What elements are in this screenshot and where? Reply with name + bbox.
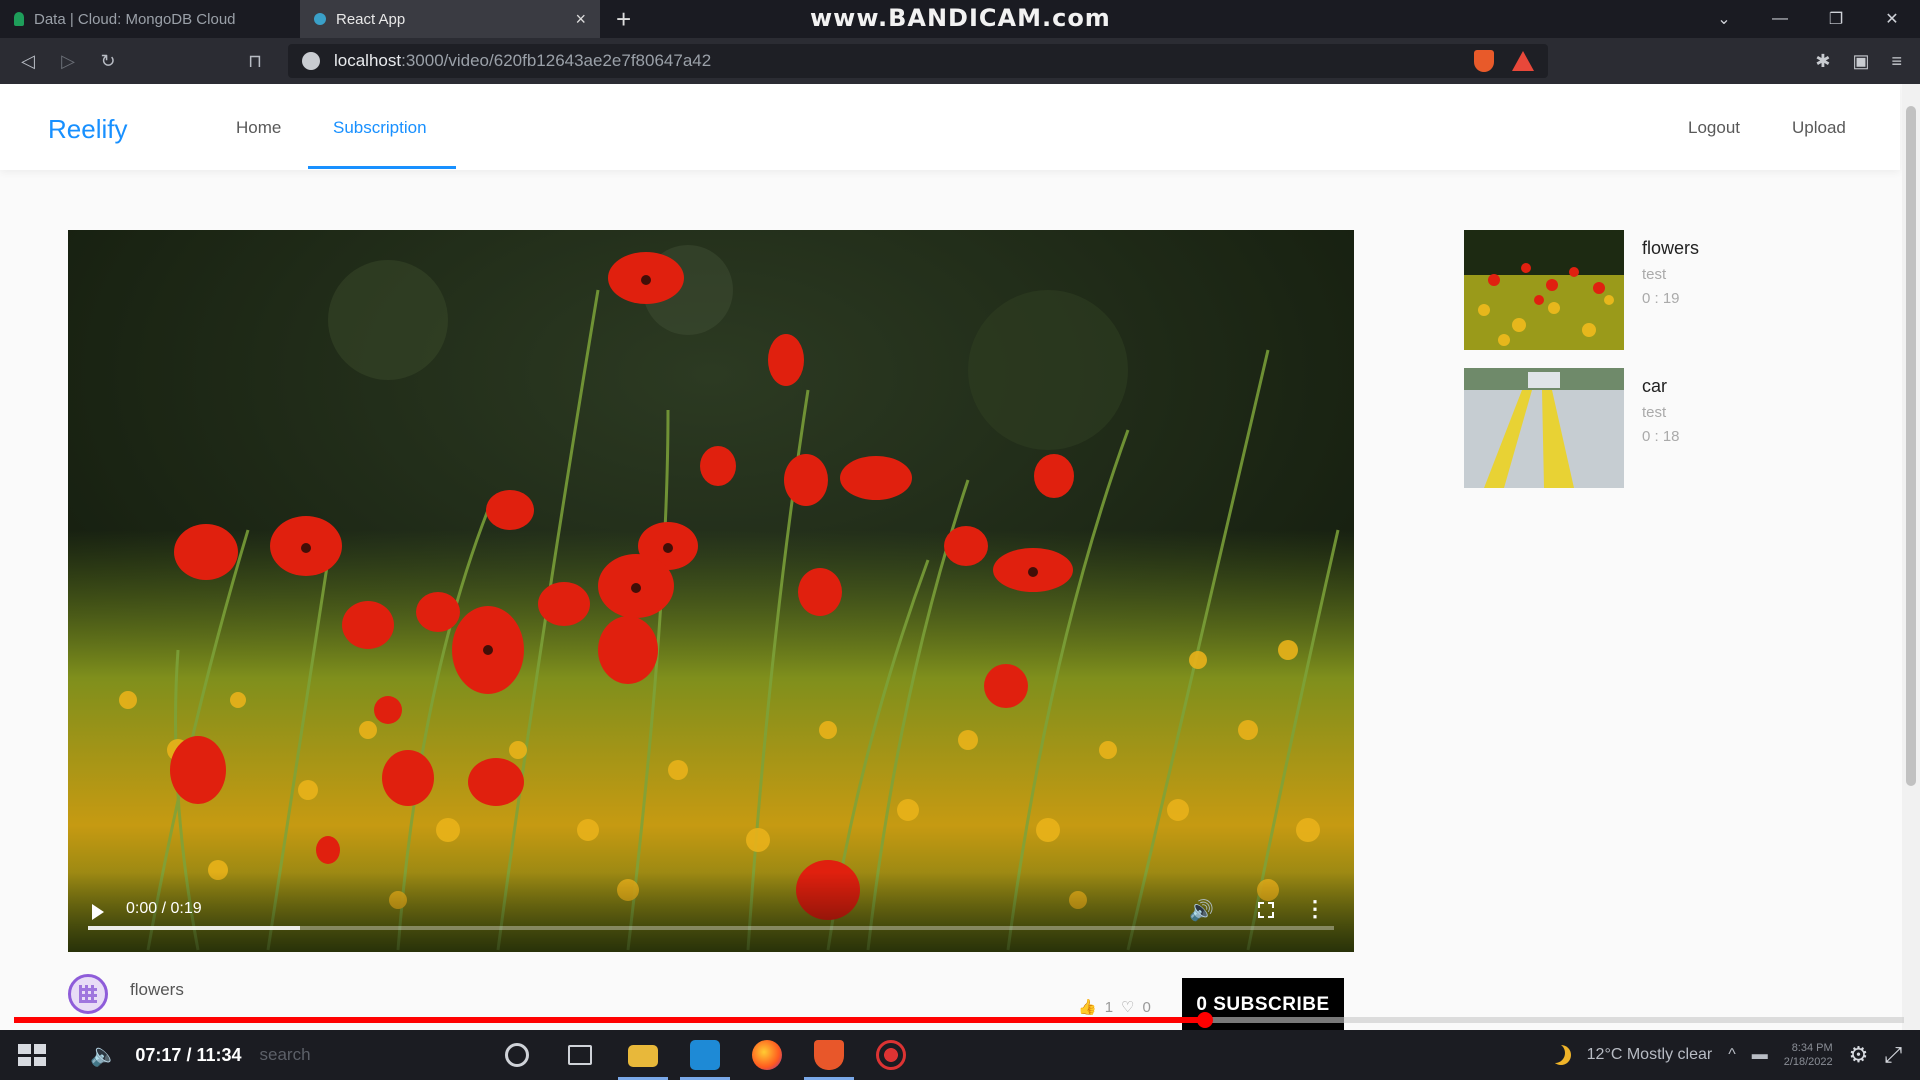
- sidebar-icon[interactable]: ▣: [1852, 51, 1869, 72]
- url-field[interactable]: localhost :3000/video/620fb12643ae2e7f80…: [288, 44, 1548, 78]
- task-view-icon[interactable]: [568, 1045, 592, 1065]
- vscode-icon[interactable]: [690, 1040, 720, 1070]
- side-video-duration: 0 : 18: [1642, 428, 1680, 445]
- video-thumbnail[interactable]: [1464, 230, 1624, 350]
- settings-gear-icon[interactable]: ⚙: [1849, 1042, 1869, 1068]
- tab-mongodb-cloud[interactable]: Data | Cloud: MongoDB Cloud: [0, 0, 300, 38]
- like-dislike-group: 👍 1 ♡ 0: [1078, 998, 1151, 1017]
- site-info-icon[interactable]: [302, 52, 320, 70]
- page: Reelify Home Subscription Logout Upload: [0, 84, 1920, 1030]
- back-icon[interactable]: ◁: [8, 51, 48, 72]
- window-controls: ⌄ — ❐ ✕: [1696, 0, 1920, 38]
- brave-rewards-icon[interactable]: [1512, 51, 1534, 71]
- video-time: 0:00 / 0:19: [126, 900, 202, 917]
- fullscreen-icon[interactable]: [1258, 902, 1274, 918]
- firefox-icon[interactable]: [752, 1040, 782, 1070]
- windows-start-icon[interactable]: [18, 1044, 46, 1066]
- system-tray: 12°C Mostly clear ^ ▬ 8:34 PM 2/18/2022 …: [1551, 1030, 1920, 1080]
- cortana-icon[interactable]: [505, 1043, 529, 1067]
- side-video-title[interactable]: car: [1642, 376, 1667, 397]
- clock-date: 2/18/2022: [1783, 1056, 1833, 1068]
- brave-shield-icon[interactable]: [1474, 50, 1494, 72]
- menu-icon[interactable]: ≡: [1891, 51, 1902, 72]
- volume-icon[interactable]: 🔊: [1189, 898, 1214, 923]
- speaker-icon[interactable]: 🔈: [90, 1042, 117, 1068]
- more-options-icon[interactable]: ⋮: [1304, 896, 1326, 922]
- fullscreen-toggle-icon[interactable]: ⤢: [1884, 1042, 1902, 1068]
- video-progress-fill: [88, 926, 300, 930]
- play-icon[interactable]: [92, 904, 104, 920]
- reload-icon[interactable]: ↻: [88, 51, 128, 72]
- tab-label: React App: [336, 10, 406, 28]
- recording-progress-fill: [14, 1017, 1205, 1023]
- taskbar-search[interactable]: search: [260, 1045, 311, 1065]
- recording-scrubber-handle[interactable]: [1196, 1012, 1213, 1028]
- system-clock[interactable]: 8:34 PM 2/18/2022: [1784, 1041, 1833, 1069]
- tray-chevron-icon[interactable]: ^: [1728, 1046, 1736, 1064]
- side-video-card[interactable]: flowers test 0 : 19: [1464, 230, 1864, 354]
- new-tab-button[interactable]: +: [600, 0, 647, 38]
- nav-active-indicator: [308, 166, 456, 169]
- tab-label: Data | Cloud: MongoDB Cloud: [34, 10, 236, 28]
- address-bar-row: ◁ ▷ ↻ ⊓ localhost :3000/video/620fb12643…: [0, 38, 1920, 84]
- uploader-avatar[interactable]: [68, 974, 108, 1014]
- video-controls: 0:00 / 0:19 🔊 ⋮: [68, 872, 1354, 952]
- nav-subscription[interactable]: Subscription: [333, 118, 427, 138]
- like-count: 1: [1104, 998, 1114, 1016]
- side-video-duration: 0 : 19: [1642, 290, 1680, 307]
- app-header: Reelify Home Subscription Logout Upload: [0, 84, 1900, 170]
- video-frame-flowers: [68, 230, 1354, 952]
- side-video-description: test: [1642, 266, 1667, 283]
- video-player[interactable]: 0:00 / 0:19 🔊 ⋮: [68, 230, 1354, 952]
- tab-search-chevron-icon[interactable]: ⌄: [1696, 0, 1752, 38]
- close-tab-icon[interactable]: ×: [575, 9, 586, 30]
- clock-time: 8:34 PM: [1791, 1042, 1833, 1054]
- network-icon[interactable]: ▬: [1752, 1046, 1768, 1064]
- react-icon: [314, 13, 326, 25]
- url-host: localhost: [334, 51, 402, 70]
- side-video-description: test: [1642, 404, 1667, 421]
- close-window-icon[interactable]: ✕: [1864, 0, 1920, 38]
- like-icon[interactable]: 👍: [1078, 998, 1097, 1016]
- browser-toolbar-right: ✱ ▣ ≡: [1815, 51, 1920, 72]
- weather-moon-icon[interactable]: [1551, 1045, 1571, 1065]
- flowers-thumbnail-image: [1464, 230, 1624, 350]
- restore-icon[interactable]: ❐: [1808, 0, 1864, 38]
- video-progress-bar[interactable]: [88, 926, 1334, 930]
- car-road-thumbnail-image: [1464, 368, 1624, 488]
- brave-browser-icon[interactable]: [814, 1040, 844, 1070]
- url-path: :3000/video/620fb12643ae2e7f80647a42: [401, 51, 712, 70]
- side-video-title[interactable]: flowers: [1642, 238, 1699, 259]
- video-thumbnail[interactable]: [1464, 368, 1624, 488]
- scrollbar-thumb[interactable]: [1906, 106, 1916, 786]
- video-title: flowers: [130, 980, 184, 999]
- dislike-icon[interactable]: ♡: [1121, 998, 1134, 1016]
- file-explorer-icon[interactable]: [628, 1045, 658, 1067]
- page-scrollbar[interactable]: [1902, 84, 1920, 1030]
- forward-icon[interactable]: ▷: [48, 51, 88, 72]
- side-video-card[interactable]: car test 0 : 18: [1464, 368, 1864, 492]
- recording-progress-bar[interactable]: [14, 1012, 1904, 1028]
- dislike-count: 0: [1142, 998, 1151, 1016]
- bandicam-watermark: www.BANDICAM.com: [810, 4, 1111, 32]
- upload-link[interactable]: Upload: [1792, 118, 1846, 138]
- recording-time: 07:17 / 11:34: [135, 1044, 242, 1065]
- browser-title-bar: Data | Cloud: MongoDB Cloud React App × …: [0, 0, 1920, 38]
- minimize-icon[interactable]: —: [1752, 0, 1808, 38]
- logout-link[interactable]: Logout: [1688, 118, 1740, 138]
- nav-home[interactable]: Home: [236, 118, 281, 138]
- mongodb-leaf-icon: [14, 12, 24, 26]
- bookmark-icon[interactable]: ⊓: [248, 51, 278, 72]
- bandicam-record-icon[interactable]: [876, 1040, 906, 1070]
- app-logo[interactable]: Reelify: [48, 114, 127, 145]
- extensions-icon[interactable]: ✱: [1815, 51, 1830, 72]
- tab-react-app[interactable]: React App ×: [300, 0, 600, 38]
- weather-text[interactable]: 12°C Mostly clear: [1587, 1046, 1713, 1064]
